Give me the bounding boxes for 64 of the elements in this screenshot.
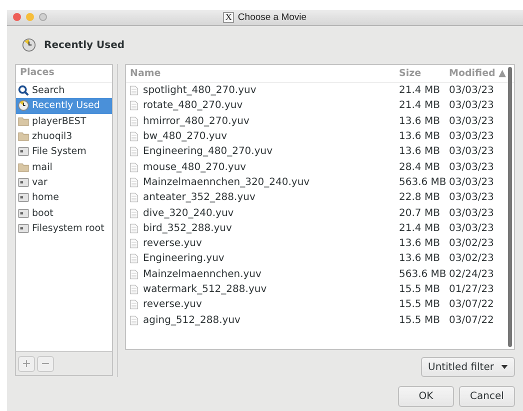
file-date: 02/24/23 <box>449 268 495 280</box>
file-size: 13.6 MB <box>399 116 441 127</box>
file-name[interactable]: hmirror_480_270.yuv <box>143 116 250 127</box>
file-date: 03/03/23 <box>449 116 495 127</box>
place-item[interactable]: File System <box>16 144 112 160</box>
file-date: 03/03/23 <box>449 192 495 204</box>
file-size: 21.4 MB <box>399 222 441 234</box>
file-date: 03/02/23 <box>449 253 495 264</box>
file-size: 15.5 MB <box>399 314 441 326</box>
file-date: 03/03/23 <box>449 131 495 142</box>
file-size: 563.6 MB <box>399 176 448 188</box>
place-item[interactable]: zhuoqil3 <box>16 128 112 144</box>
app-icon: X <box>223 12 234 23</box>
file-name[interactable]: Engineering_480_270.yuv <box>143 146 273 158</box>
place-item[interactable]: Search <box>16 83 112 98</box>
file-date: 03/02/23 <box>449 238 495 250</box>
file-name[interactable]: bw_480_270.yuv <box>143 131 228 142</box>
file-date: 03/03/23 <box>449 100 495 112</box>
file-date: 03/07/22 <box>449 314 495 326</box>
file-name[interactable]: Mainzelmaennchen.yuv <box>143 268 262 280</box>
file-size: 13.6 MB <box>399 146 441 158</box>
file-name[interactable]: Engineering.yuv <box>143 253 224 264</box>
window-title: Choose a Movie <box>238 12 307 23</box>
place-item[interactable]: home <box>16 190 112 206</box>
file-name[interactable]: Mainzelmaennchen_320_240.yuv <box>143 176 310 188</box>
file-size: 13.6 MB <box>399 238 441 250</box>
file-name[interactable]: aging_512_288.yuv <box>143 314 240 326</box>
file-size: 28.4 MB <box>399 162 441 173</box>
file-name[interactable]: anteater_352_288.yuv <box>143 192 256 204</box>
file-name[interactable]: dive_320_240.yuv <box>143 208 234 219</box>
file-date: 03/03/23 <box>449 208 495 219</box>
place-item[interactable]: Filesystem root <box>16 220 112 236</box>
place-item[interactable]: boot <box>16 205 112 221</box>
file-date: 03/07/22 <box>449 299 495 310</box>
file-size: 22.8 MB <box>399 192 441 204</box>
file-size: 563.6 MB <box>399 268 448 280</box>
column-header: Places <box>16 65 112 83</box>
file-name[interactable]: watermark_512_288.yuv <box>143 284 267 295</box>
ok-button[interactable]: OK <box>398 386 454 407</box>
place-item[interactable]: var <box>16 174 112 190</box>
file-name[interactable]: rotate_480_270.yuv <box>143 100 243 112</box>
file-size: 21.4 MB <box>399 85 441 96</box>
file-name[interactable]: reverse.yuv <box>143 238 202 250</box>
file-name[interactable]: bird_352_288.yuv <box>143 222 232 234</box>
file-date: 03/03/23 <box>449 176 495 188</box>
file-date: 03/03/23 <box>449 162 495 173</box>
file-date: 01/27/23 <box>449 284 495 295</box>
file-size: 21.4 MB <box>399 100 441 112</box>
file-size: 20.7 MB <box>399 208 441 219</box>
cancel-button[interactable]: Cancel <box>459 386 515 407</box>
file-size: 13.6 MB <box>399 131 441 142</box>
filter-dropdown[interactable]: Untitled filter <box>421 357 515 377</box>
file-name[interactable]: mouse_480_270.yuv <box>143 162 246 173</box>
file-name[interactable]: spotlight_480_270.yuv <box>143 85 256 96</box>
file-name[interactable]: reverse.yuv <box>143 299 202 310</box>
file-date: 03/03/23 <box>449 85 495 96</box>
location-label: Recently Used <box>44 40 125 50</box>
file-date: 03/03/23 <box>449 222 495 234</box>
place-item[interactable]: mail <box>16 159 112 175</box>
file-size: 15.5 MB <box>399 299 441 310</box>
place-item[interactable]: playerBEST <box>16 114 112 129</box>
file-size: 15.5 MB <box>399 284 441 295</box>
file-date: 03/03/23 <box>449 146 495 158</box>
file-size: 13.6 MB <box>399 253 441 264</box>
